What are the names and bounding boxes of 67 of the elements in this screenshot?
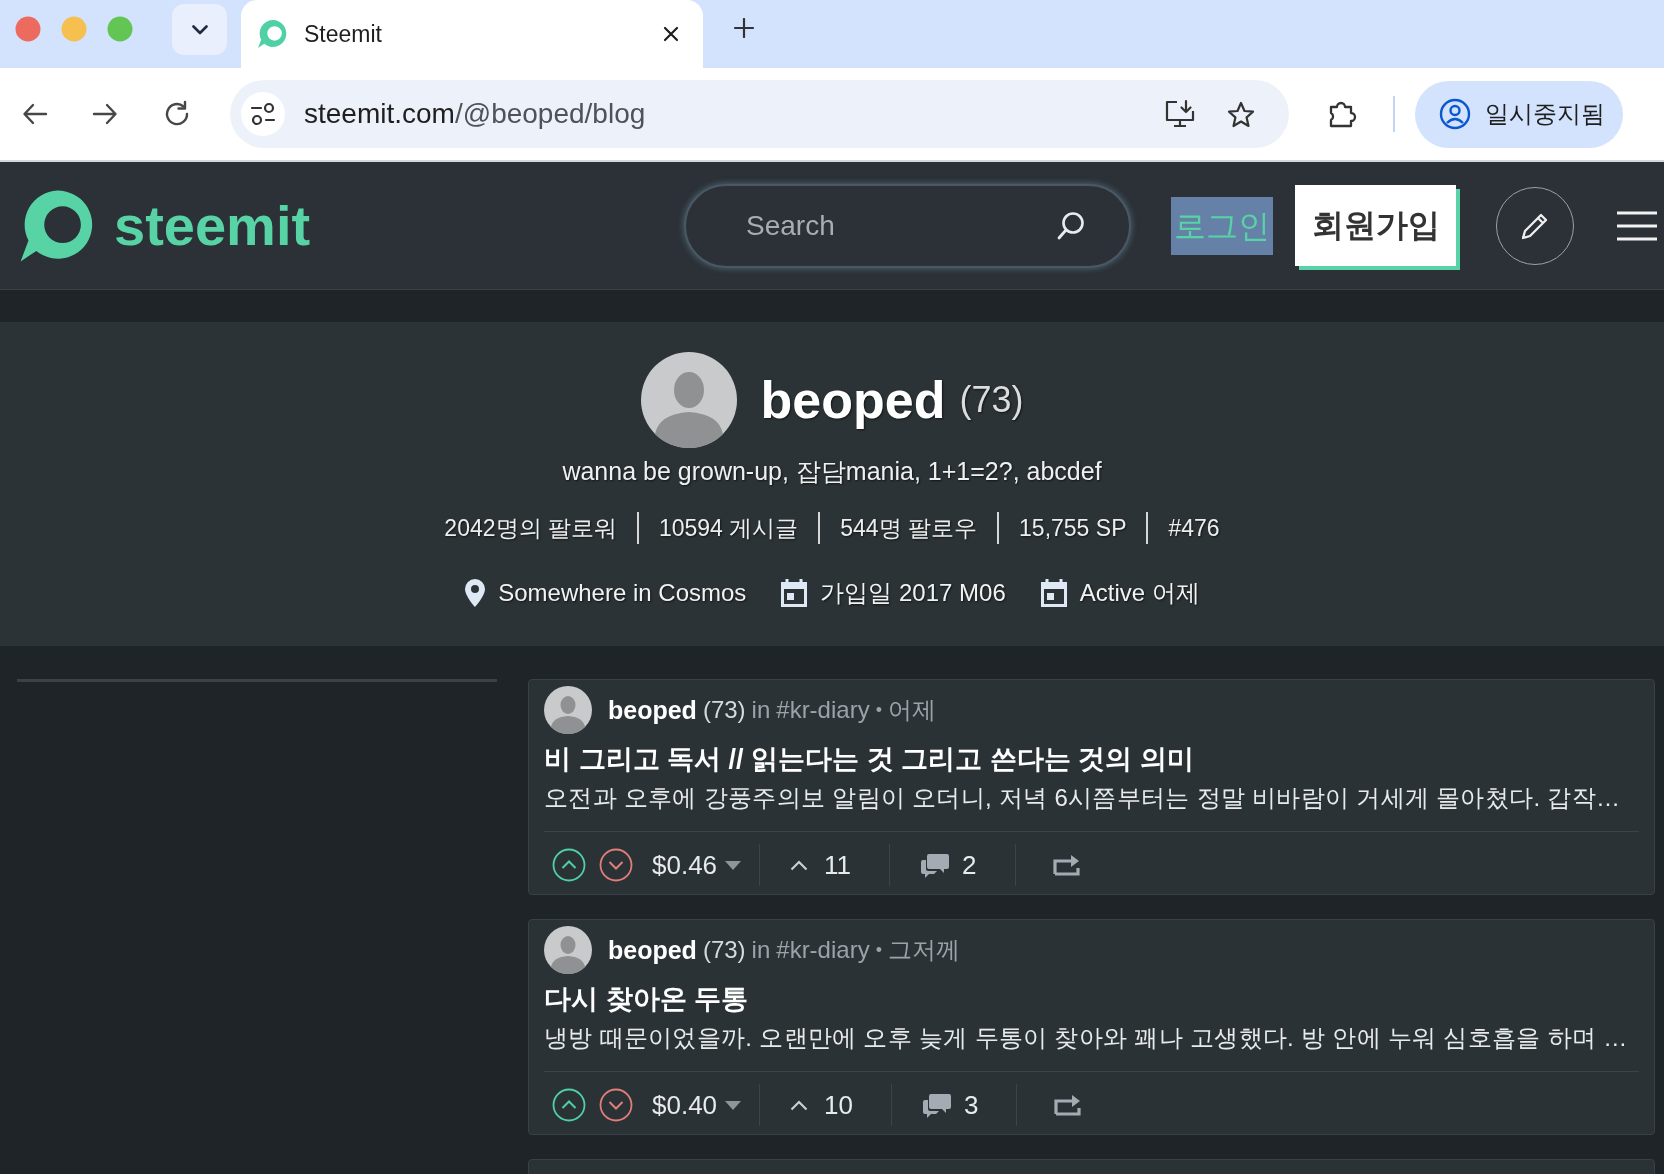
downvote-icon[interactable] [599, 1088, 633, 1122]
author-reputation: (73) [702, 696, 746, 724]
category-link[interactable]: #kr-diary [776, 936, 870, 964]
avatar-icon [640, 352, 737, 448]
puzzle-piece-icon[interactable] [1327, 99, 1357, 129]
star-icon[interactable] [1227, 100, 1255, 128]
sliders-icon[interactable] [241, 92, 285, 136]
post-time[interactable]: 그저께 [887, 934, 960, 966]
profile-stat[interactable]: 10594 게시글 [658, 512, 799, 544]
profile-detail: Active 어제 [1079, 578, 1200, 608]
profile-detail: 가입일 2017 M06 [820, 578, 1006, 608]
profile-reputation: (73) [959, 379, 1024, 421]
caret-down-icon[interactable] [725, 860, 742, 870]
byline-separator: • [875, 699, 882, 721]
upvote-icon[interactable] [552, 1088, 586, 1122]
profile-detail: Somewhere in Cosmos [498, 579, 747, 607]
post-excerpt[interactable]: 오전과 오후에 강풍주의보 알림이 오더니, 저녁 6시쯤부터는 정말 비바람이 거세게 몰아쳤다. 갑작… [544, 781, 1639, 815]
post-title[interactable]: 비 그리고 독서 // 읽는다는 것 그리고 쓴다는 것의 의미 [544, 741, 1639, 777]
search-field[interactable]: Search [684, 183, 1131, 268]
comment-count[interactable]: 3 [964, 1089, 979, 1121]
monitor-download-icon[interactable] [1164, 99, 1196, 129]
avatar-icon[interactable] [544, 926, 592, 974]
author-link[interactable]: beoped [608, 935, 697, 965]
calendar-icon [1039, 578, 1068, 608]
comment-count[interactable]: 2 [962, 849, 977, 881]
chevron-up-icon[interactable] [790, 859, 809, 871]
category-prefix: in [751, 696, 771, 724]
author-link[interactable]: beoped [608, 695, 697, 725]
url-text[interactable]: steemit.com/@beoped/blog [304, 98, 646, 130]
profile-name: beoped [760, 370, 946, 430]
browser-tab[interactable]: Steemit [241, 0, 703, 68]
avatar-icon[interactable] [544, 686, 592, 734]
profile-stat[interactable]: 15,755 SP [1019, 514, 1127, 542]
plus-icon[interactable] [734, 18, 754, 38]
category-prefix: in [751, 936, 771, 964]
profile-button[interactable]: 일시중지됨 [1415, 80, 1623, 148]
close-icon[interactable] [663, 26, 679, 42]
profile-stat[interactable]: 2042명의 팔로워 [444, 512, 617, 544]
upvote-icon[interactable] [552, 848, 586, 882]
category-link[interactable]: #kr-diary [776, 696, 870, 724]
downvote-icon[interactable] [599, 848, 633, 882]
vote-count[interactable]: 10 [824, 1089, 853, 1121]
chevron-down-icon [191, 24, 208, 35]
vote-count[interactable]: 11 [824, 849, 852, 881]
calendar-icon [780, 578, 809, 608]
logo-text[interactable]: steemit [114, 193, 311, 258]
chevron-up-icon[interactable] [790, 1099, 809, 1111]
payout-amount[interactable]: $0.40 [652, 1089, 718, 1121]
person-icon [1439, 98, 1471, 130]
reload-icon[interactable] [163, 100, 191, 128]
search-icon[interactable] [1056, 210, 1086, 241]
profile-stat[interactable]: #476 [1168, 514, 1220, 542]
logo-icon [257, 19, 287, 49]
payout-amount[interactable]: $0.46 [652, 849, 718, 881]
post-title[interactable]: 다시 찾아온 두통 [544, 981, 1639, 1017]
repost-icon[interactable] [1053, 1093, 1084, 1117]
address-bar[interactable]: steemit.com/@beoped/blog [230, 80, 1289, 148]
byline-separator: • [875, 939, 882, 961]
repost-icon[interactable] [1051, 853, 1082, 877]
caret-down-icon[interactable] [725, 1100, 742, 1110]
profile-stat[interactable]: 544명 팔로우 [840, 512, 978, 544]
profile-bio: wanna be grown-up, 잡담mania, 1+1=2?, abcdef [562, 456, 1102, 487]
post-excerpt[interactable]: 냉방 때문이었을까. 오랜만에 오후 늦게 두통이 찾아와 꽤나 고생했다. 방 안에 누워 심호흡을 하며 … [544, 1021, 1639, 1055]
menu-icon[interactable] [1617, 209, 1657, 242]
post-time[interactable]: 어제 [887, 694, 936, 726]
author-reputation: (73) [702, 936, 746, 964]
location-pin-icon [464, 578, 487, 608]
